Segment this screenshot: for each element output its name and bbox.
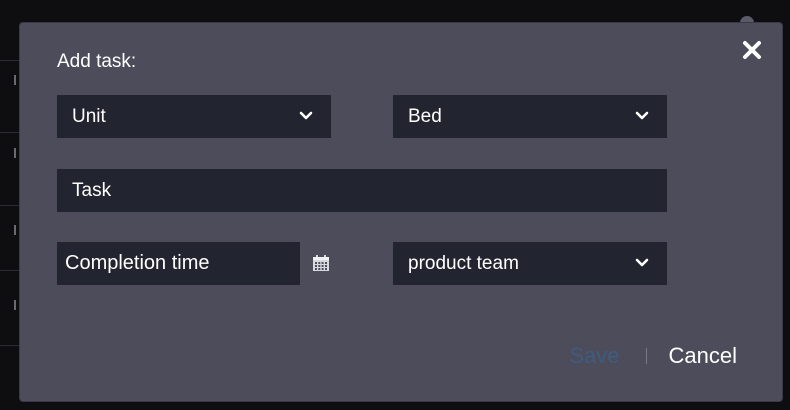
task-input[interactable]: Task (57, 169, 667, 212)
calendar-icon (313, 255, 329, 271)
completion-time-placeholder: Completion time (65, 252, 210, 274)
background-divider (0, 60, 22, 61)
background-text-fragment (14, 225, 16, 235)
cancel-button[interactable]: Cancel (669, 341, 737, 371)
background-text-fragment (14, 300, 16, 310)
background-divider (0, 345, 22, 346)
background-text-fragment (14, 148, 16, 158)
footer-divider (645, 348, 647, 364)
dialog-title: Add task: (57, 51, 137, 72)
background-text-fragment (14, 75, 16, 85)
dialog-footer: Save Cancel (569, 341, 737, 371)
chevron-down-icon (299, 111, 313, 120)
bed-select[interactable]: Bed (393, 95, 667, 138)
close-icon (743, 41, 761, 59)
close-button[interactable] (740, 38, 764, 62)
chevron-down-icon (635, 258, 649, 267)
background-divider (0, 270, 22, 271)
background-divider (0, 132, 22, 133)
calendar-button[interactable] (312, 254, 330, 272)
add-task-dialog: Add task: Unit Bed Task Completion time (20, 23, 782, 401)
background-divider (0, 205, 22, 206)
chevron-down-icon (635, 111, 649, 120)
save-button[interactable]: Save (569, 341, 619, 371)
unit-select[interactable]: Unit (57, 95, 331, 138)
task-input-placeholder: Task (72, 180, 112, 201)
team-select-value: product team (408, 253, 519, 274)
bed-select-value: Bed (408, 106, 442, 127)
unit-select-value: Unit (72, 106, 106, 127)
completion-time-input[interactable]: Completion time (57, 242, 300, 285)
team-select[interactable]: product team (393, 242, 667, 285)
